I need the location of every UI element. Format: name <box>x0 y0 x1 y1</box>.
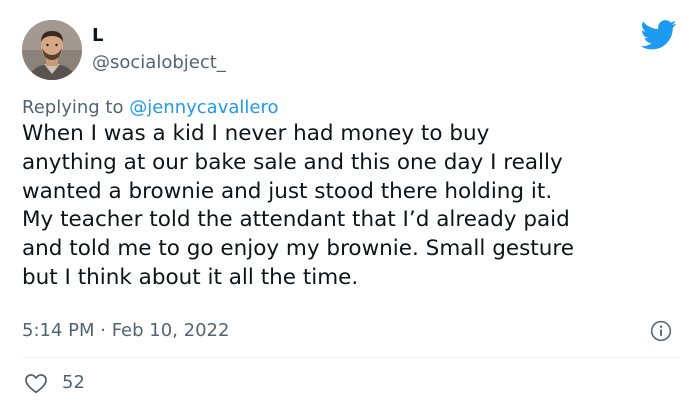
reply-mention-link[interactable]: @jennycavallero <box>129 97 278 118</box>
tweet-text-line: and told me to go enjoy my brownie. Smal… <box>22 236 574 262</box>
tweet-text: When I was a kid I never had money to bu… <box>22 120 686 293</box>
tweet-text-line: My teacher told the attendant that I’d a… <box>22 207 570 233</box>
divider <box>22 357 678 358</box>
replying-to-label: Replying to <box>22 97 124 118</box>
tweet-text-line: anything at our bake sale and this one d… <box>22 149 563 175</box>
tweet-timestamp[interactable]: 5:14 PM · Feb 10, 2022 <box>22 320 229 342</box>
avatar[interactable] <box>22 20 82 80</box>
tweet-text-line: When I was a kid I never had money to bu… <box>22 121 490 146</box>
heart-icon[interactable] <box>24 372 48 394</box>
display-name[interactable]: L <box>92 25 103 47</box>
twitter-bird-icon[interactable] <box>641 20 677 50</box>
info-icon[interactable] <box>650 320 672 342</box>
like-button[interactable]: 52 <box>24 371 85 395</box>
avatar-photo <box>22 20 82 80</box>
tweet-text-line: wanted a brownie and just stood there ho… <box>22 178 553 204</box>
like-count: 52 <box>62 372 85 393</box>
tweet-text-line: but I think about it all the time. <box>22 264 359 290</box>
user-handle[interactable]: @socialobject_ <box>92 52 226 74</box>
tweet-card: L @socialobject_ Replying to @jennycaval… <box>0 0 700 410</box>
replying-to: Replying to @jennycavallero <box>22 97 278 119</box>
